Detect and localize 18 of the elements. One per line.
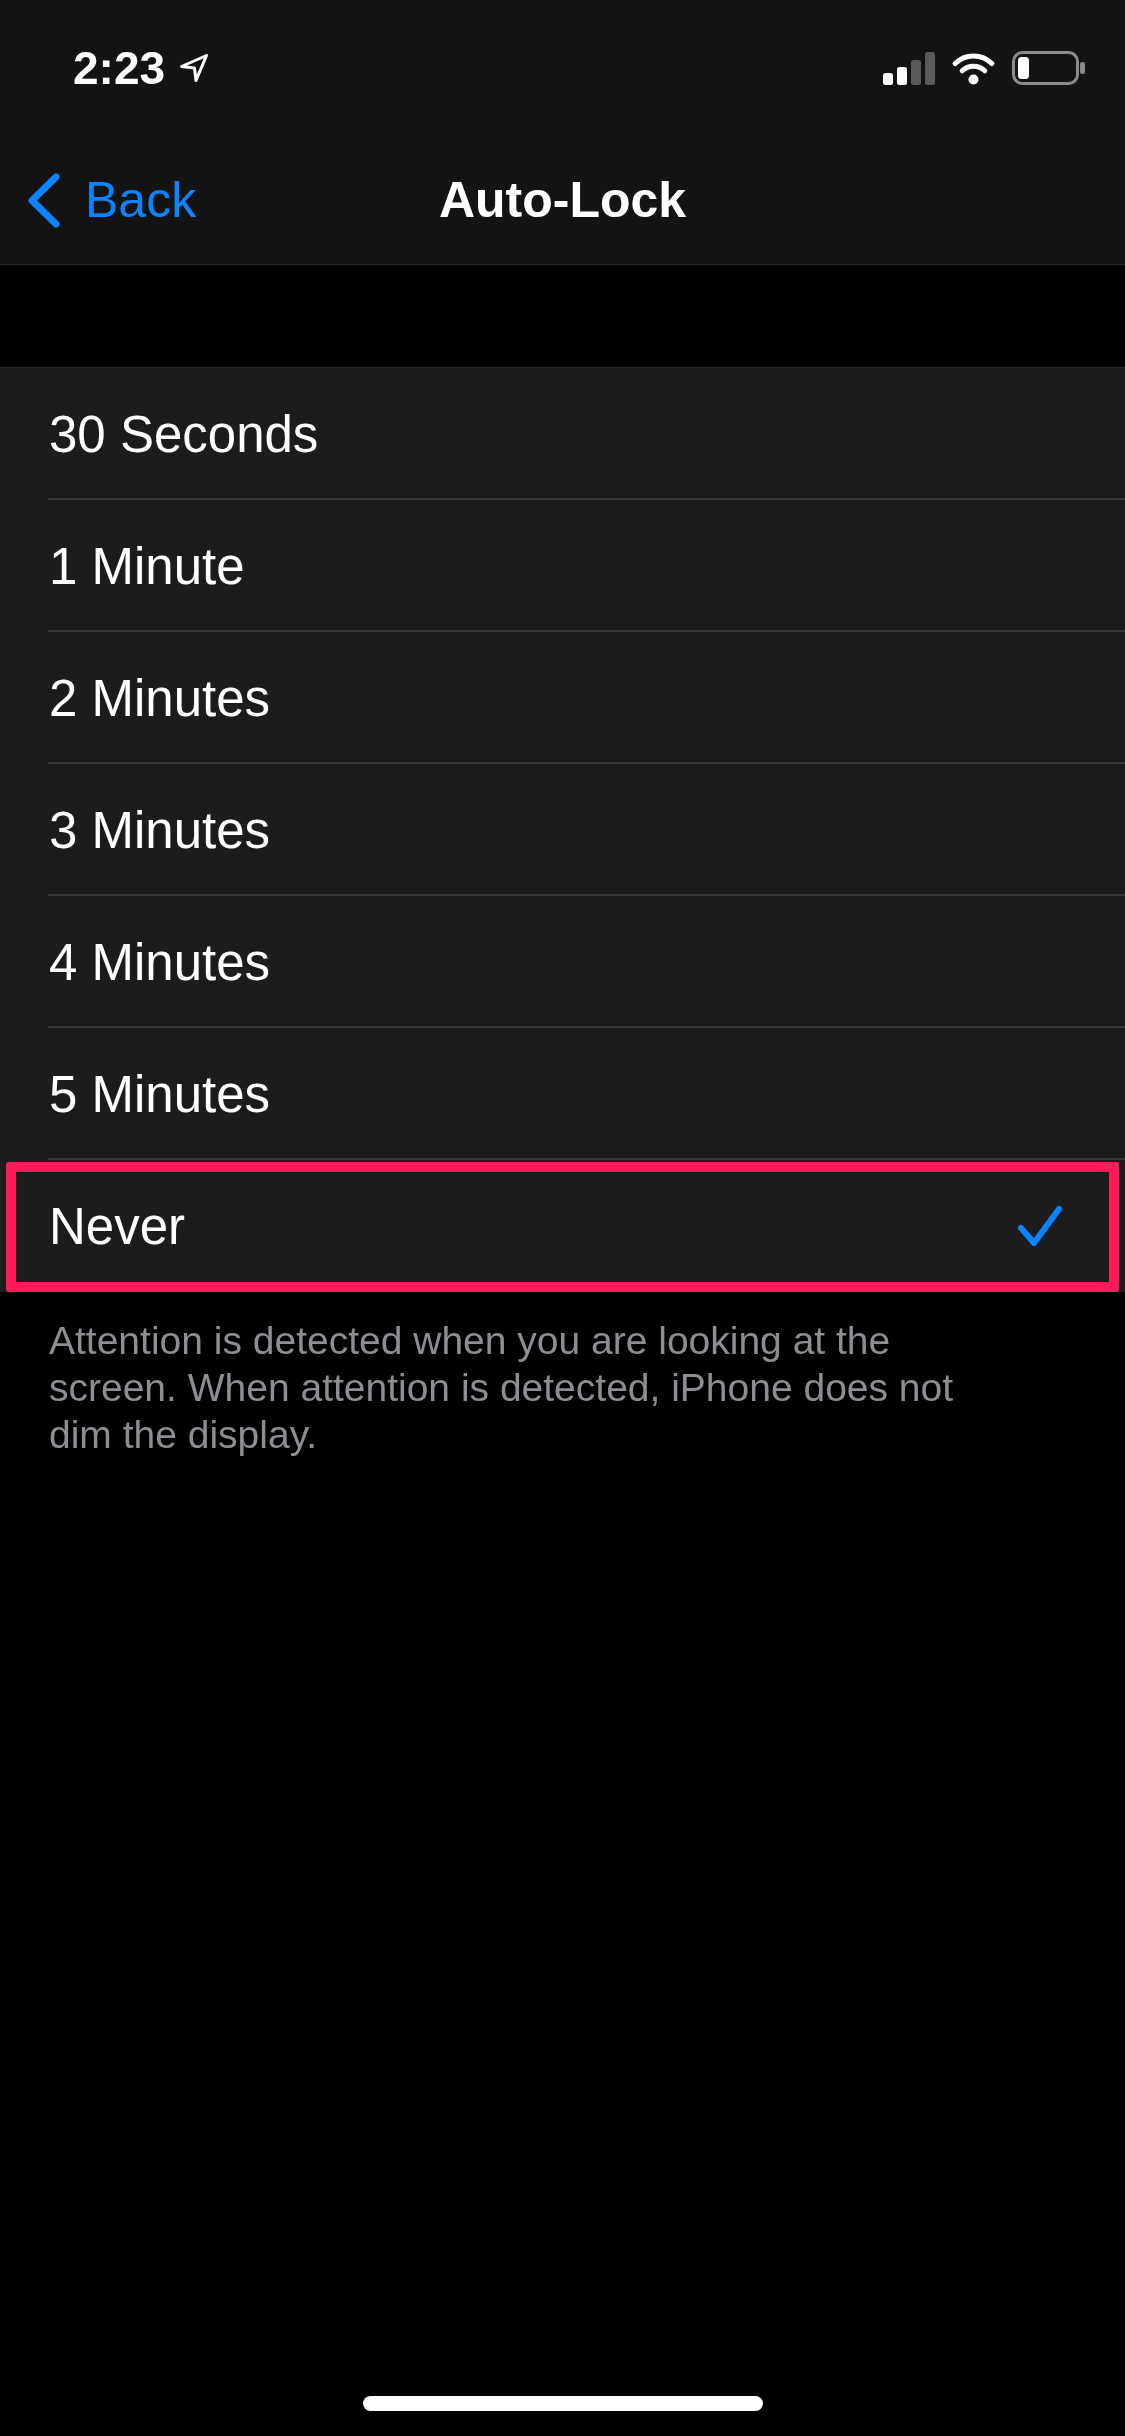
checkmark-icon [1017,1204,1063,1248]
location-arrow-icon [179,53,210,83]
chevron-left-icon [27,172,60,228]
page-title: Auto-Lock [438,171,687,229]
footer-note: Attention is detected when you are looking at the screen. When attention is detected, iPhone does not dim the display. [49,1318,955,1458]
home-indicator[interactable] [362,2396,763,2411]
option-row[interactable]: Never [0,1160,1125,1292]
option-row[interactable]: 5 Minutes [0,1028,1125,1160]
cellular-signal-icon [883,51,935,85]
wifi-icon [951,51,996,85]
back-button[interactable]: Back [0,170,197,230]
option-row[interactable]: 2 Minutes [0,632,1125,764]
option-row[interactable]: 1 Minute [0,500,1125,632]
option-row[interactable]: 30 Seconds [0,368,1125,500]
battery-icon [1012,51,1085,85]
status-time: 2:23 [73,45,166,91]
option-row[interactable]: 4 Minutes [0,896,1125,1028]
option-row[interactable]: 3 Minutes [0,764,1125,896]
